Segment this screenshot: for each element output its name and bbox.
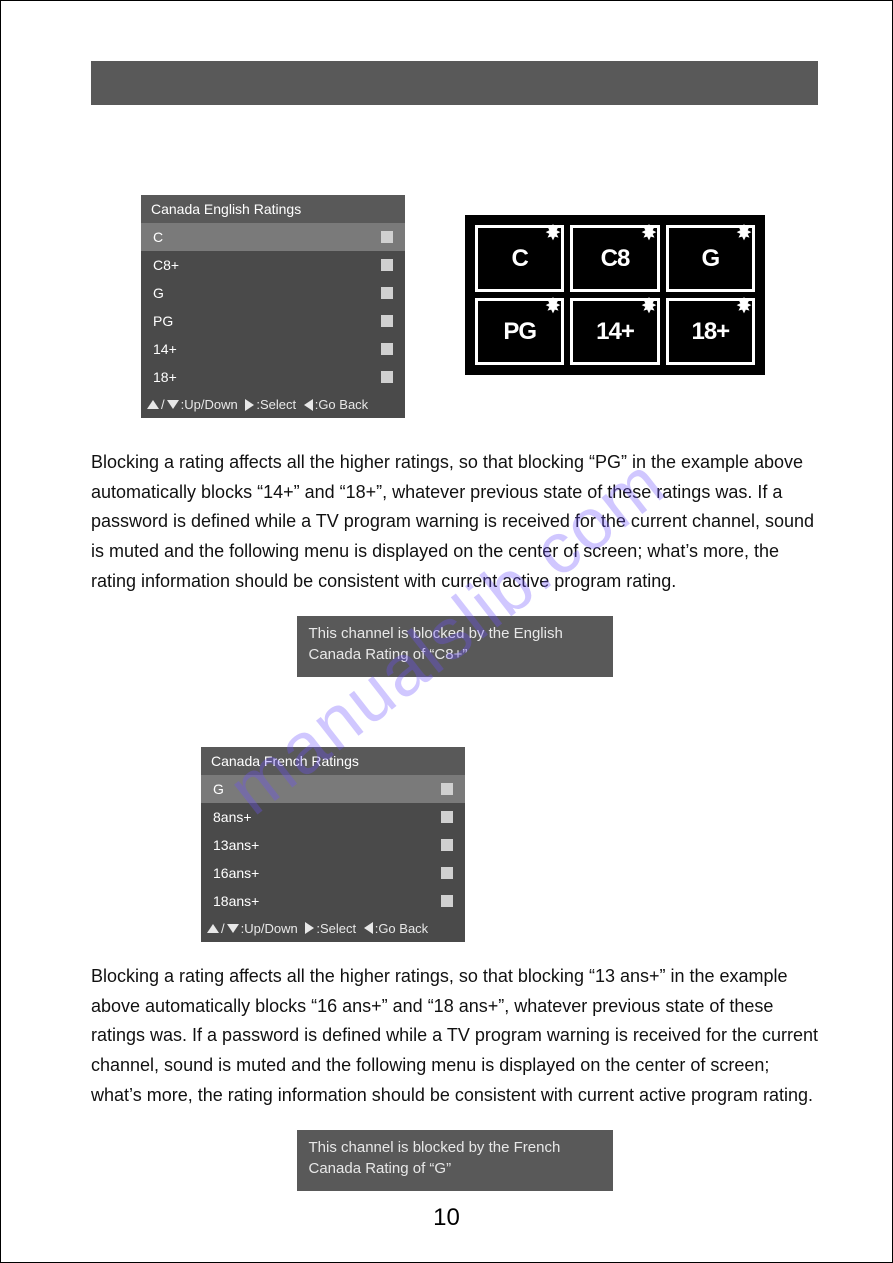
row-english: Canada English Ratings C C8+ G PG 14+ bbox=[91, 195, 818, 418]
maple-leaf-icon bbox=[542, 222, 564, 244]
menu-item[interactable]: 16ans+ bbox=[201, 859, 465, 887]
checkbox-icon bbox=[381, 315, 393, 327]
menu-item-label: 18ans+ bbox=[213, 893, 259, 909]
badge-label: 18+ bbox=[691, 320, 729, 344]
menu-item-label: G bbox=[213, 781, 224, 797]
maple-leaf-icon bbox=[542, 295, 564, 317]
menu-footer: / :Up/Down :Select :Go Back bbox=[141, 391, 405, 418]
menu-title: Canada French Ratings bbox=[201, 747, 465, 775]
menu-title: Canada English Ratings bbox=[141, 195, 405, 223]
checkbox-icon bbox=[381, 231, 393, 243]
badge-c: C bbox=[475, 225, 564, 292]
badge-label: C8 bbox=[601, 247, 630, 271]
header-bar bbox=[91, 61, 818, 105]
menu-item[interactable]: C bbox=[141, 223, 405, 251]
menu-item-label: 18+ bbox=[153, 369, 177, 385]
menu-item[interactable]: 13ans+ bbox=[201, 831, 465, 859]
badge-g: G bbox=[666, 225, 755, 292]
triangle-down-icon bbox=[227, 924, 239, 933]
menu-item-label: 13ans+ bbox=[213, 837, 259, 853]
canada-french-menu: Canada French Ratings G 8ans+ 13ans+ 16a… bbox=[201, 747, 465, 942]
checkbox-icon bbox=[381, 371, 393, 383]
triangle-up-icon bbox=[207, 924, 219, 933]
menu-item[interactable]: C8+ bbox=[141, 251, 405, 279]
canada-english-menu: Canada English Ratings C C8+ G PG 14+ bbox=[141, 195, 405, 418]
paragraph-english: Blocking a rating affects all the higher… bbox=[91, 448, 818, 596]
menu-item-label: C8+ bbox=[153, 257, 179, 273]
menu-item-label: PG bbox=[153, 313, 173, 329]
triangle-left-icon bbox=[364, 922, 373, 934]
footer-select: :Select bbox=[256, 397, 296, 412]
maple-leaf-icon bbox=[638, 295, 660, 317]
spacer bbox=[91, 942, 818, 962]
checkbox-icon bbox=[381, 287, 393, 299]
menu-item[interactable]: G bbox=[141, 279, 405, 307]
footer-back: :Go Back bbox=[315, 397, 368, 412]
badge-pg: PG bbox=[475, 298, 564, 365]
menu-item[interactable]: 18+ bbox=[141, 363, 405, 391]
badge-label: PG bbox=[503, 320, 536, 344]
menu-item-label: G bbox=[153, 285, 164, 301]
menu-item-label: 16ans+ bbox=[213, 865, 259, 881]
menu-item[interactable]: 18ans+ bbox=[201, 887, 465, 915]
checkbox-icon bbox=[381, 343, 393, 355]
footer-back: :Go Back bbox=[375, 921, 428, 936]
paragraph-french: Blocking a rating affects all the higher… bbox=[91, 962, 818, 1110]
badge-14: 14+ bbox=[570, 298, 659, 365]
footer-select: :Select bbox=[316, 921, 356, 936]
checkbox-icon bbox=[441, 811, 453, 823]
checkbox-icon bbox=[441, 783, 453, 795]
badge-label: C bbox=[511, 247, 527, 271]
blocked-message-french: This channel is blocked by the French Ca… bbox=[297, 1130, 613, 1191]
triangle-up-icon bbox=[147, 400, 159, 409]
footer-updown: :Up/Down bbox=[181, 397, 238, 412]
badge-c8: C8 bbox=[570, 225, 659, 292]
badge-label: 14+ bbox=[596, 320, 634, 344]
triangle-down-icon bbox=[167, 400, 179, 409]
menu-item[interactable]: 8ans+ bbox=[201, 803, 465, 831]
checkbox-icon bbox=[441, 839, 453, 851]
menu-item[interactable]: G bbox=[201, 775, 465, 803]
spacer bbox=[91, 717, 818, 747]
footer-updown: :Up/Down bbox=[241, 921, 298, 936]
checkbox-icon bbox=[441, 895, 453, 907]
menu-item-label: C bbox=[153, 229, 163, 245]
menu-item-label: 14+ bbox=[153, 341, 177, 357]
menu-footer: / :Up/Down :Select :Go Back bbox=[201, 915, 465, 942]
badge-18: 18+ bbox=[666, 298, 755, 365]
triangle-right-icon bbox=[305, 922, 314, 934]
checkbox-icon bbox=[441, 867, 453, 879]
checkbox-icon bbox=[381, 259, 393, 271]
page: manualslib.com Canada English Ratings C … bbox=[0, 0, 893, 1263]
page-number: 10 bbox=[1, 1204, 892, 1232]
maple-leaf-icon bbox=[733, 222, 755, 244]
badge-label: G bbox=[701, 247, 719, 271]
triangle-left-icon bbox=[304, 399, 313, 411]
menu-item[interactable]: 14+ bbox=[141, 335, 405, 363]
menu-item[interactable]: PG bbox=[141, 307, 405, 335]
rating-badges: C C8 G PG 14+ 18+ bbox=[465, 215, 765, 375]
maple-leaf-icon bbox=[733, 295, 755, 317]
maple-leaf-icon bbox=[638, 222, 660, 244]
blocked-message-english: This channel is blocked by the English C… bbox=[297, 616, 613, 677]
triangle-right-icon bbox=[245, 399, 254, 411]
menu-item-label: 8ans+ bbox=[213, 809, 252, 825]
